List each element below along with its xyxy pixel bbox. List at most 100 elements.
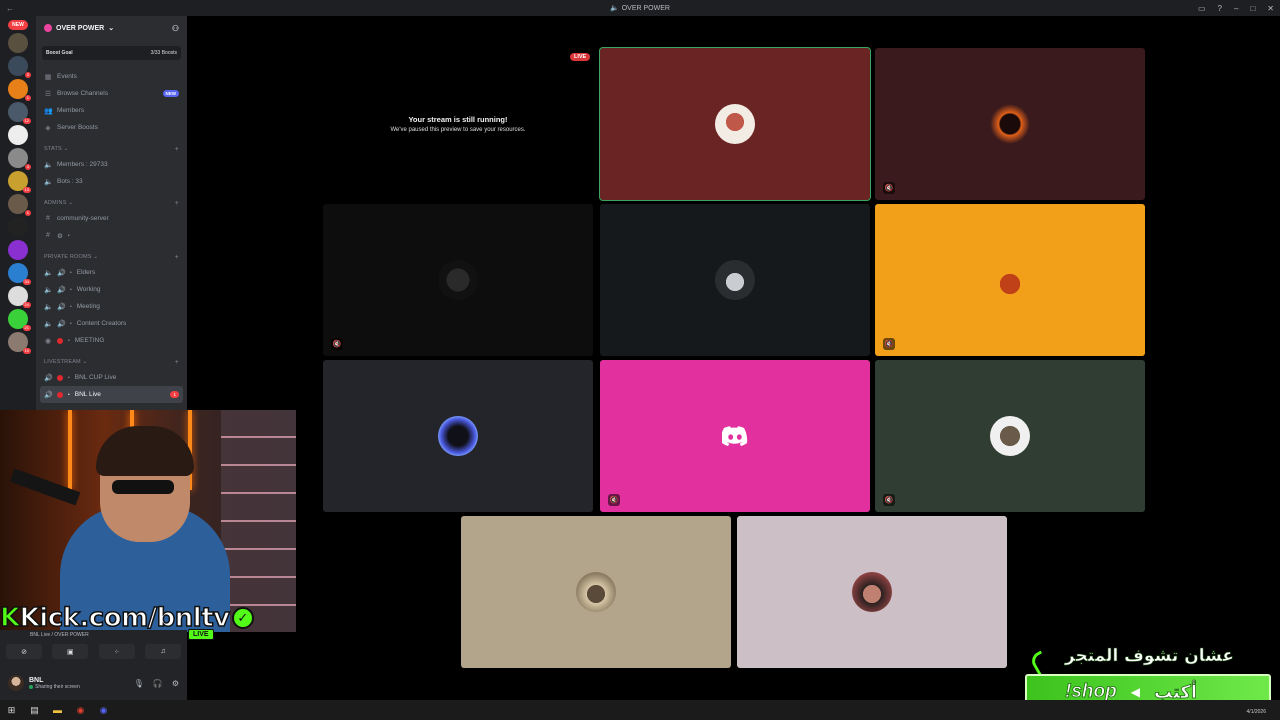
speaker-icon: 🔊	[44, 374, 53, 382]
nav-members[interactable]: 👥 Members	[36, 102, 187, 119]
headphones-icon[interactable]: 🎧	[153, 679, 163, 688]
screen-share-button[interactable]: ▣	[52, 644, 89, 659]
video-tile[interactable]	[599, 47, 871, 201]
channel-meeting[interactable]: 🔈 🔊 • Meeting	[36, 298, 187, 315]
channel-sidebar: OVER POWER ⌄ ⚇ Boost Goal 3/33 Boosts ▦ E…	[36, 16, 187, 410]
user-avatar	[990, 104, 1030, 144]
server-icon[interactable]: 24	[8, 286, 31, 308]
dot-separator: •	[67, 232, 70, 239]
inbox-icon[interactable]: ▭	[1198, 4, 1206, 13]
speaker-icon: 🔊	[57, 286, 66, 294]
channel-working[interactable]: 🔈 🔊 • Working	[36, 281, 187, 298]
gear-icon[interactable]: ⚙	[172, 679, 179, 688]
channel-elders[interactable]: 🔈 🔊 • Elders	[36, 264, 187, 281]
video-tile[interactable]	[600, 204, 870, 356]
video-tile[interactable]	[737, 516, 1007, 668]
chevron-down-icon: ⌄	[108, 25, 115, 32]
server-icon[interactable]: 2	[8, 56, 31, 78]
guild-header[interactable]: OVER POWER ⌄ ⚇	[36, 16, 187, 40]
category-stats[interactable]: STATS ⌄ +	[36, 142, 187, 156]
chrome-icon[interactable]: ◉	[75, 705, 86, 716]
camera-off-button[interactable]: ⊘	[6, 644, 42, 659]
add-channel-icon[interactable]: +	[175, 359, 179, 366]
deafen-icon: 🔇	[883, 182, 895, 194]
video-tile[interactable]	[323, 360, 593, 512]
back-arrow-icon[interactable]: ←	[6, 4, 14, 13]
nav-events[interactable]: ▦ Events	[36, 68, 187, 85]
user-avatar[interactable]	[8, 675, 24, 691]
speaker-icon: 🔊	[44, 391, 53, 399]
server-icon[interactable]	[8, 240, 28, 260]
channel-meeting-stage[interactable]: ◉ • MEETING	[36, 332, 187, 349]
activities-button[interactable]: ⁘	[98, 644, 135, 659]
live-dot	[57, 374, 63, 381]
speaker-icon: 🔈	[44, 286, 53, 294]
video-tile[interactable]: 🔇	[875, 360, 1145, 512]
browse-icon: ☰	[44, 90, 52, 98]
live-dot	[57, 391, 63, 398]
channel-bnl-live[interactable]: 🔊 • BNL Live 1	[40, 386, 183, 403]
video-tile[interactable]: 🔇	[875, 204, 1145, 356]
channel-bnl-cup-live[interactable]: 🔊 • BNL CUP Live	[36, 369, 187, 386]
task-view-icon[interactable]: ▤	[29, 705, 40, 716]
video-tile[interactable]: 🔇	[875, 48, 1145, 200]
speaker-icon: 🔈	[44, 303, 53, 311]
add-channel-icon[interactable]: +	[175, 146, 179, 153]
minimize-button[interactable]: –	[1234, 4, 1238, 13]
nav-server-boosts[interactable]: ◈ Server Boosts	[36, 119, 187, 136]
server-icon[interactable]: 10	[8, 332, 31, 354]
nav-browse-channels[interactable]: ☰ Browse Channels NEW	[36, 85, 187, 102]
video-tile[interactable]: 🔇	[600, 360, 870, 512]
taskbar-date: 4/1/2026	[1246, 709, 1266, 715]
user-avatar	[990, 260, 1030, 300]
deafen-icon: 🔇	[883, 494, 895, 506]
os-taskbar: ⊞ ▤ ▬ ◉ ◉ 4/1/2026	[0, 700, 1280, 720]
channel-content-creators[interactable]: 🔈 🔊 • Content Creators	[36, 315, 187, 332]
server-icon[interactable]: 1	[8, 194, 31, 216]
title-bar: ← 🔈 OVER POWER ▭ ? – □ ✕	[0, 0, 1280, 16]
video-tile[interactable]	[461, 516, 731, 668]
server-icon[interactable]: 34	[8, 263, 31, 285]
start-icon[interactable]: ⊞	[6, 705, 17, 716]
help-icon[interactable]: ?	[1218, 4, 1222, 13]
microphone-icon[interactable]: 🎙	[134, 679, 144, 688]
add-channel-icon[interactable]: +	[175, 200, 179, 207]
verified-check-icon: ✓	[231, 607, 254, 629]
server-icon[interactable]: 4	[8, 148, 31, 170]
speaker-icon: 🔈	[44, 178, 53, 186]
kick-channel-banner: K Kick.com/bnltv ✓	[0, 602, 254, 634]
server-icon[interactable]: 12	[8, 102, 31, 124]
boost-goal-bar[interactable]: Boost Goal 3/33 Boosts	[42, 46, 181, 60]
add-channel-icon[interactable]: +	[175, 254, 179, 261]
invite-icon[interactable]: ⚇	[172, 24, 179, 33]
channel-stats-members[interactable]: 🔈 Members : 29733	[36, 156, 187, 173]
paused-stream-preview[interactable]: Your stream is still running! We've paus…	[323, 48, 593, 200]
category-private-rooms[interactable]: PRIVATE ROOMS ⌄ +	[36, 250, 187, 264]
maximize-button[interactable]: □	[1250, 4, 1255, 13]
stage-area: LIVE Your stream is still running! We've…	[187, 16, 1280, 700]
user-avatar	[715, 104, 755, 144]
server-icon[interactable]	[8, 217, 28, 237]
close-button[interactable]: ✕	[1267, 4, 1274, 13]
speaker-icon: 🔈	[44, 269, 53, 277]
channel-stats-bots[interactable]: 🔈 Bots : 33	[36, 173, 187, 190]
video-tile[interactable]: 🔇	[323, 204, 593, 356]
mention-badge: 1	[170, 391, 179, 398]
server-icon[interactable]	[8, 33, 28, 53]
file-explorer-icon[interactable]: ▬	[52, 705, 63, 716]
server-icon[interactable]: 1	[8, 79, 31, 101]
boost-icon: ◈	[45, 124, 51, 132]
paused-title: Your stream is still running!	[408, 115, 508, 124]
server-icon[interactable]	[8, 125, 28, 145]
speaker-icon: 🔊	[57, 303, 66, 311]
channel-community-server[interactable]: # community-server	[36, 210, 187, 227]
category-livestream[interactable]: LIVESTREAM ⌄ +	[36, 355, 187, 369]
channel-settings[interactable]: # ⚙ •	[36, 227, 187, 244]
server-icon[interactable]: 13	[8, 171, 31, 193]
paused-subtitle: We've paused this preview to save your r…	[390, 127, 526, 133]
server-icon[interactable]: 21	[8, 309, 31, 331]
window-controls: ▭ ? – □ ✕	[1198, 4, 1274, 13]
category-admins[interactable]: ADMINS ⌄ +	[36, 196, 187, 210]
soundboard-button[interactable]: ♫	[144, 644, 181, 659]
discord-app-icon[interactable]: ◉	[98, 705, 109, 716]
